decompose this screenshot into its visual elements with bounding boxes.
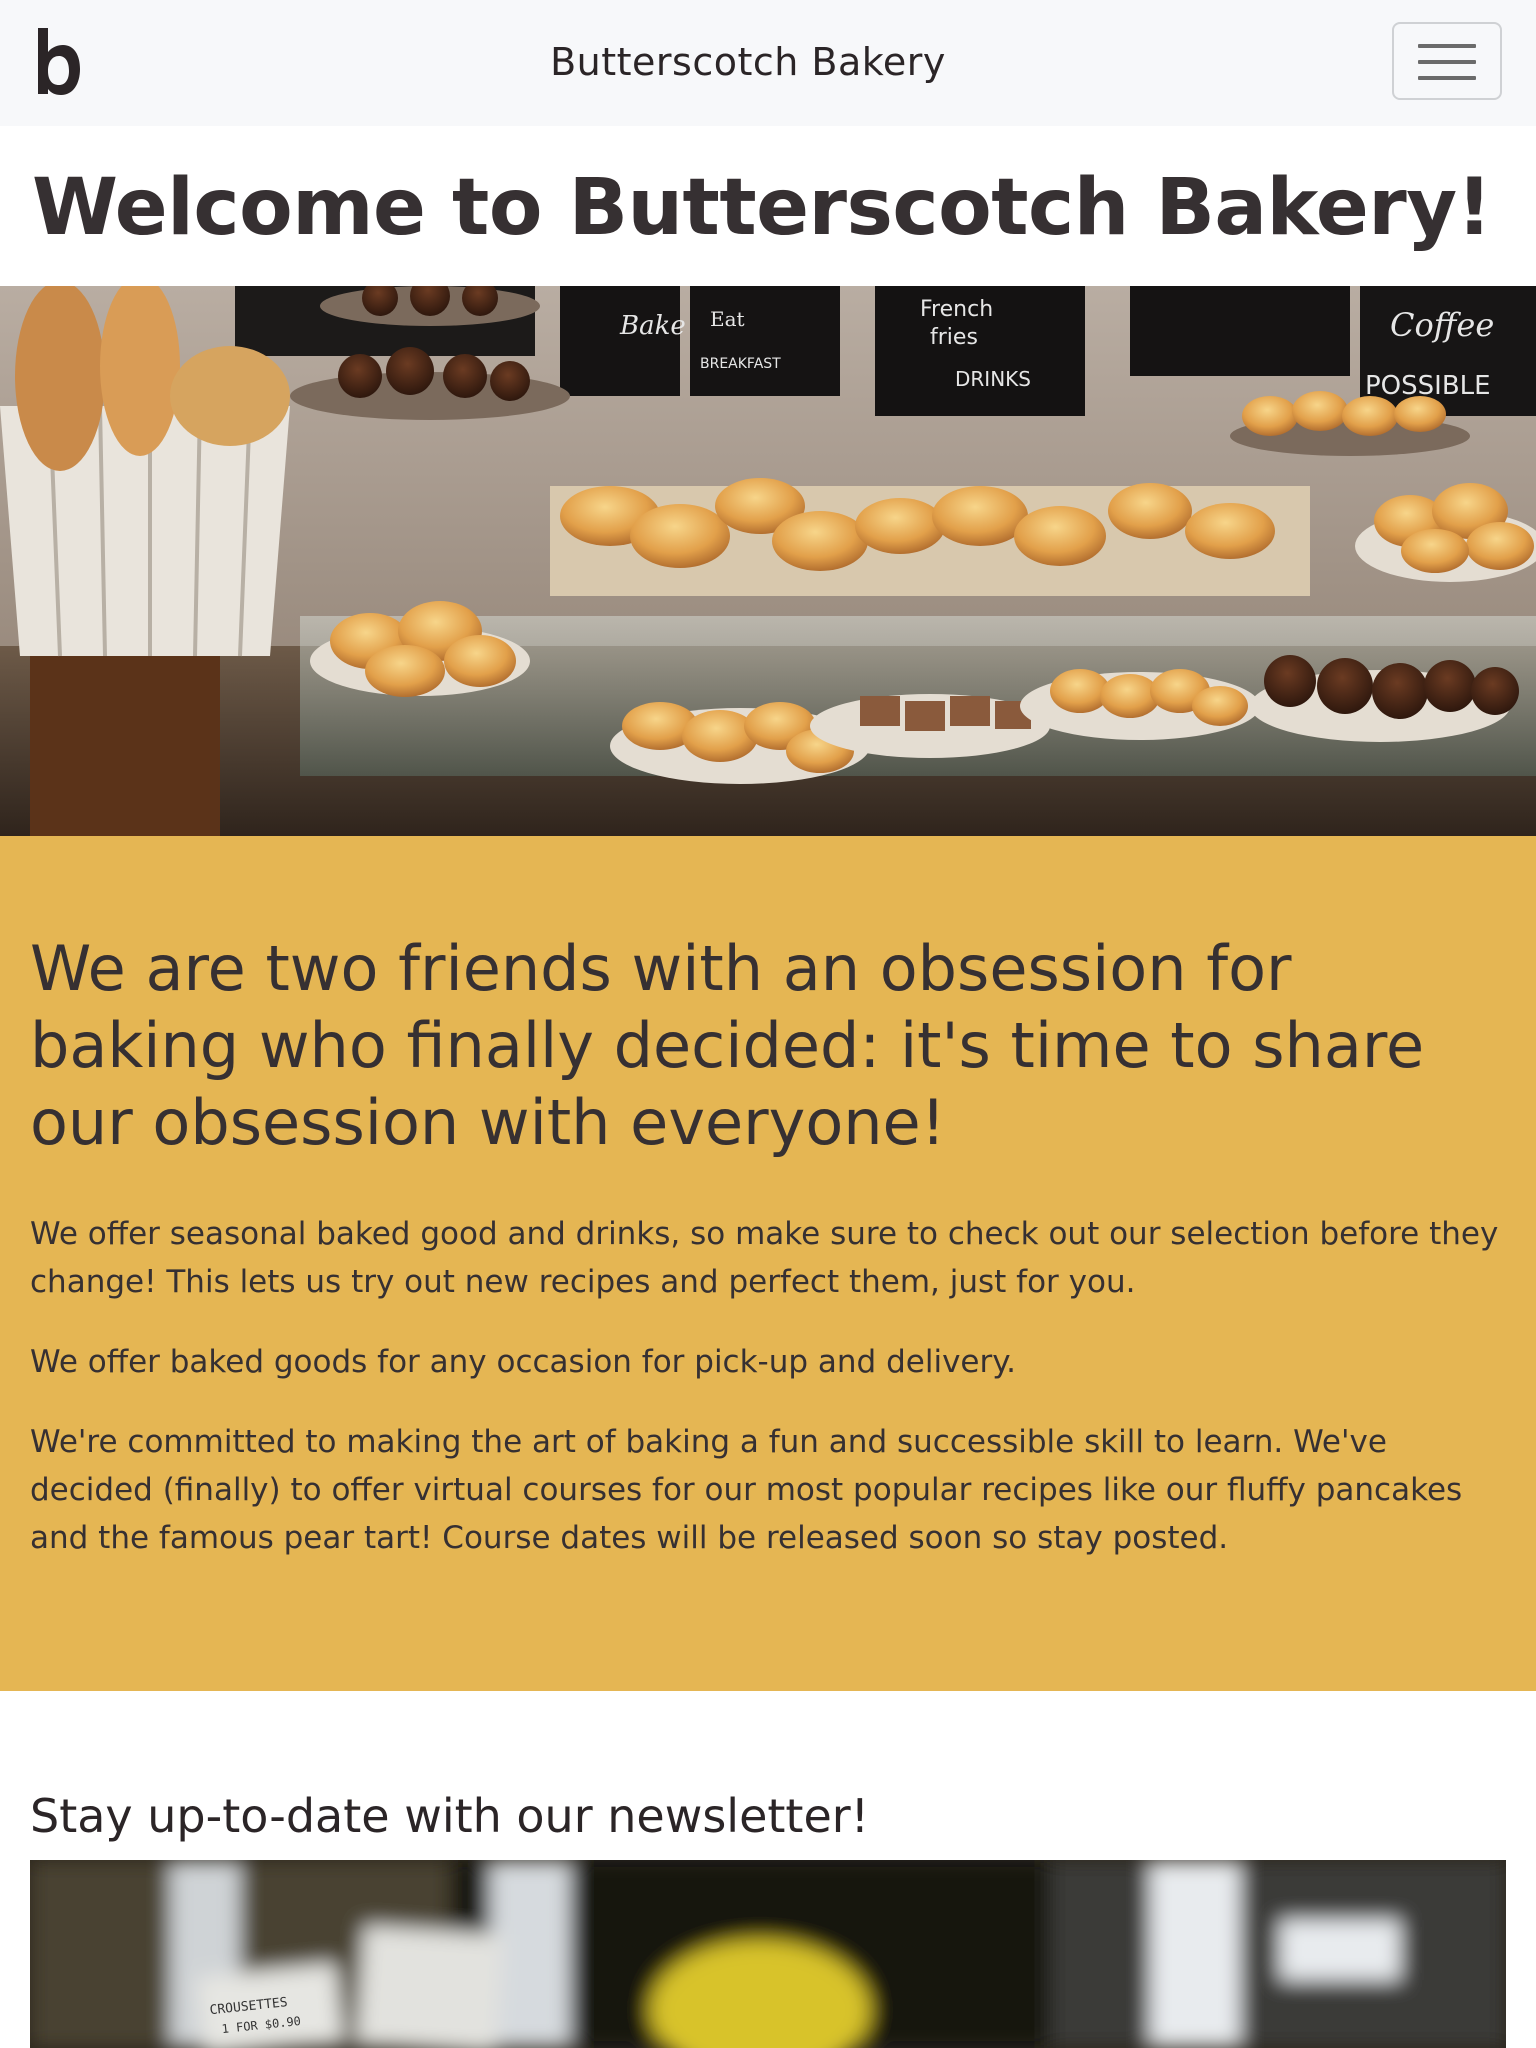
about-paragraph-seasonal: We offer seasonal baked good and drinks,…: [30, 1216, 1499, 1300]
about-paragraph-courses: We're committed to making the art of bak…: [30, 1424, 1463, 1556]
newsletter-heading: Stay up-to-date with our newsletter!: [30, 1789, 870, 1843]
brand-title[interactable]: Butterscotch Bakery: [0, 36, 1496, 88]
bakery-pastry-display-photo: Bake Eat BREAKFAST French fries DRINKS C…: [0, 286, 1536, 836]
page-title: Welcome to Butterscotch Bakery!: [32, 163, 1492, 253]
svg-text:POSSIBLE: POSSIBLE: [1365, 371, 1491, 401]
svg-text:fries: fries: [930, 325, 978, 350]
about-heading: We are two friends with an obsession for…: [30, 932, 1425, 1159]
svg-text:Coffee: Coffee: [1390, 306, 1494, 344]
navbar: Butterscotch Bakery: [0, 0, 1536, 126]
svg-text:BREAKFAST: BREAKFAST: [700, 356, 781, 372]
blurred-bakery-storefront-photo: CROUSETTES 1 FOR $0.90: [30, 1860, 1506, 2048]
about-paragraph-occasions: We offer baked goods for any occasion fo…: [30, 1344, 1017, 1380]
menu-toggle-button[interactable]: [1392, 22, 1502, 100]
svg-text:Eat: Eat: [710, 307, 745, 331]
svg-text:Bake: Bake: [619, 311, 686, 341]
svg-text:French: French: [920, 297, 993, 322]
svg-text:DRINKS: DRINKS: [955, 367, 1031, 391]
